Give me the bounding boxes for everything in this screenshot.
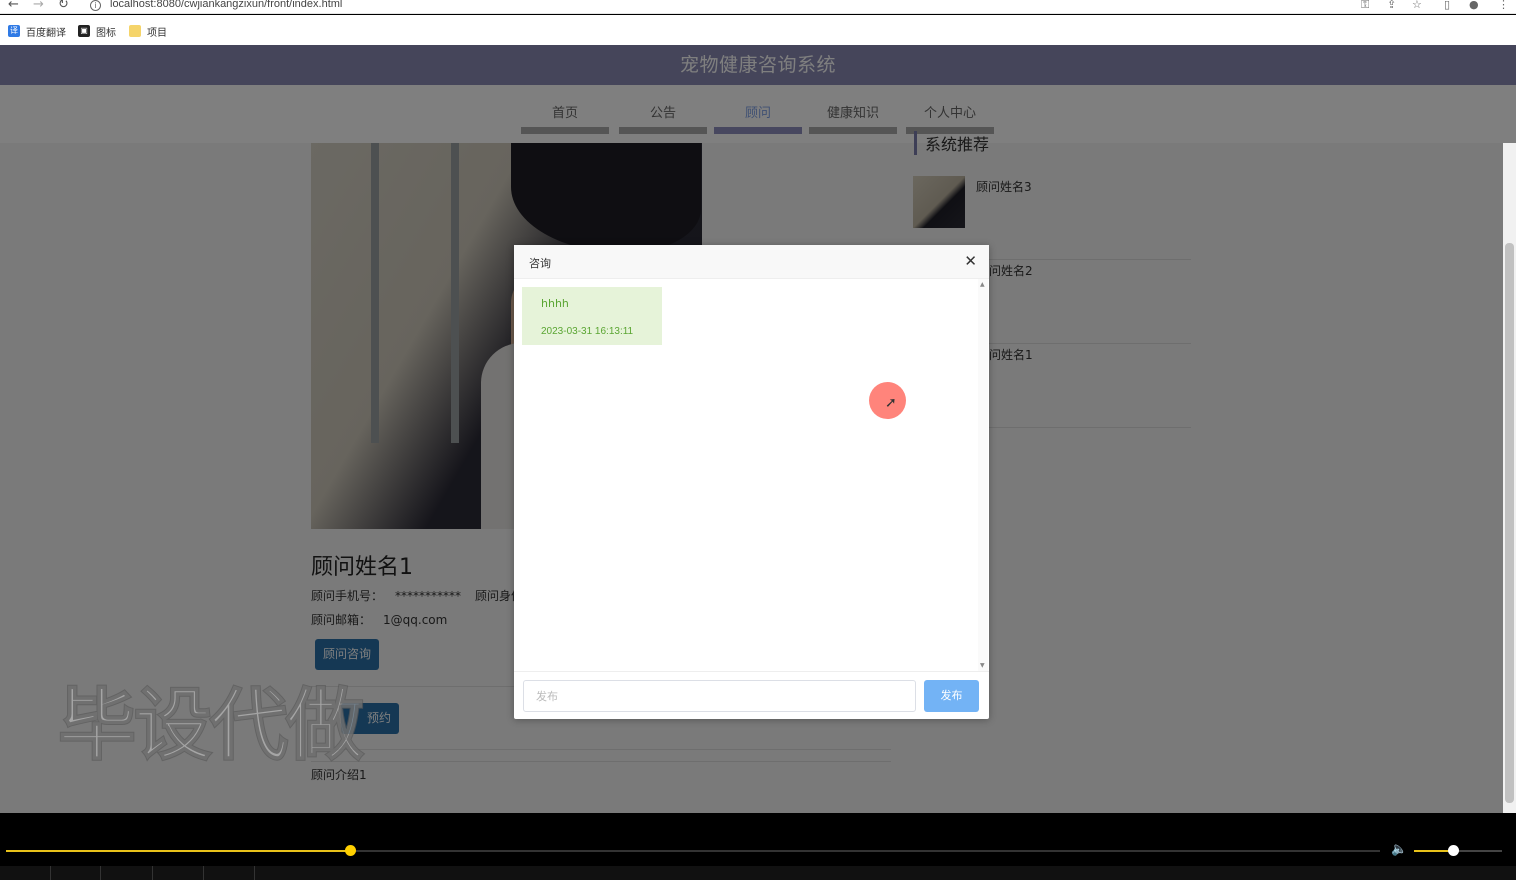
volume-slider[interactable] bbox=[1414, 845, 1502, 856]
scroll-up-icon[interactable]: ▲ bbox=[980, 281, 985, 288]
bookmark-label: 图标 bbox=[96, 27, 116, 39]
profile-icon[interactable]: ● bbox=[1469, 0, 1479, 11]
mouse-pointer-icon: ➚ bbox=[885, 395, 897, 411]
back-arrow-icon[interactable]: ← bbox=[8, 0, 19, 11]
image-icon: ▣ bbox=[78, 25, 90, 37]
strip-divider bbox=[152, 866, 153, 880]
share-icon[interactable]: ⇪ bbox=[1387, 0, 1396, 11]
consult-dialog: 咨询 ✕ hhhh 2023-03-31 16:13:11 ▲ ▼ 发布 bbox=[514, 245, 989, 719]
bookmark-icons[interactable]: ▣ 图标 bbox=[78, 24, 116, 39]
message-input[interactable] bbox=[523, 680, 916, 712]
bookmark-translate[interactable]: 译 百度翻译 bbox=[8, 24, 66, 39]
address-bar[interactable]: localhost:8080/cwjiankangzixun/front/ind… bbox=[110, 0, 342, 10]
translate-icon: 译 bbox=[8, 25, 20, 37]
bookmarks-bar: 译 百度翻译 ▣ 图标 项目 bbox=[0, 15, 1516, 45]
bookmark-project[interactable]: 项目 bbox=[129, 24, 167, 39]
folder-icon bbox=[129, 25, 141, 37]
bookmark-label: 项目 bbox=[147, 27, 167, 39]
volume-knob[interactable] bbox=[1447, 845, 1459, 856]
close-icon[interactable]: ✕ bbox=[964, 252, 977, 270]
browser-toolbar: ← → ↻ i localhost:8080/cwjiankangzixun/f… bbox=[0, 0, 1516, 14]
forward-arrow-icon[interactable]: → bbox=[33, 0, 44, 11]
message-text: hhhh bbox=[541, 297, 569, 310]
page-scrollbar[interactable] bbox=[1503, 143, 1516, 813]
dialog-footer: 发布 bbox=[514, 671, 989, 719]
message-time: 2023-03-31 16:13:11 bbox=[541, 326, 634, 337]
chat-scrollbar[interactable]: ▲ ▼ bbox=[978, 279, 988, 671]
star-icon[interactable]: ☆ bbox=[1412, 0, 1422, 11]
progress-track[interactable] bbox=[6, 845, 1380, 856]
reload-icon[interactable]: ↻ bbox=[58, 0, 69, 11]
progress-knob[interactable] bbox=[344, 845, 356, 856]
key-icon[interactable]: ⚿ bbox=[1361, 0, 1369, 11]
site-info-icon[interactable]: i bbox=[90, 0, 101, 11]
scroll-down-icon[interactable]: ▼ bbox=[980, 662, 985, 669]
chat-message: hhhh 2023-03-31 16:13:11 bbox=[522, 287, 662, 345]
strip-divider bbox=[254, 866, 255, 880]
progress-fill bbox=[6, 850, 350, 852]
strip-divider bbox=[100, 866, 101, 880]
watermark: 毕设代做 bbox=[57, 680, 365, 772]
dialog-title: 咨询 bbox=[529, 257, 551, 270]
publish-button[interactable]: 发布 bbox=[924, 680, 979, 712]
volume-fill bbox=[1414, 850, 1453, 852]
bookmark-label: 百度翻译 bbox=[26, 27, 66, 39]
volume-icon[interactable]: 🔈 bbox=[1391, 842, 1407, 857]
menu-kebab-icon[interactable]: ⋮ bbox=[1498, 0, 1509, 11]
video-player-bar: 🔈 bbox=[0, 813, 1516, 880]
strip-divider bbox=[50, 866, 51, 880]
player-control-strip bbox=[0, 866, 1516, 880]
chat-area: hhhh 2023-03-31 16:13:11 ▲ ▼ bbox=[514, 279, 989, 671]
strip-divider bbox=[203, 866, 204, 880]
sidepanel-icon[interactable]: ▯ bbox=[1444, 0, 1450, 11]
scrollbar-thumb[interactable] bbox=[1505, 243, 1514, 803]
dialog-header: 咨询 ✕ bbox=[514, 245, 989, 279]
